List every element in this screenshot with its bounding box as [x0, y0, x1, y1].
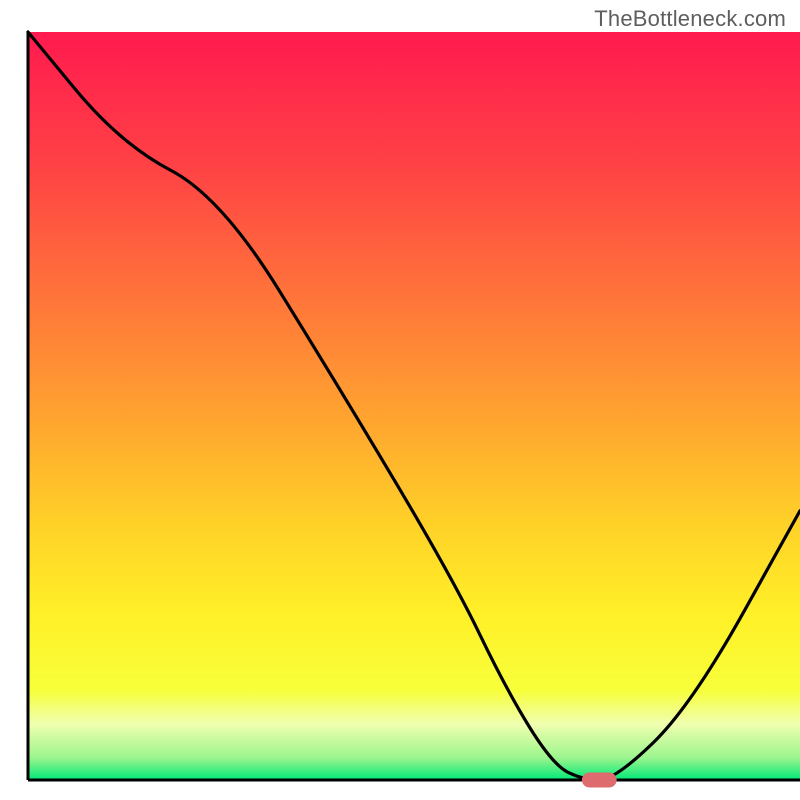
min-marker: [582, 773, 617, 788]
chart-svg: [0, 0, 800, 800]
watermark-text: TheBottleneck.com: [594, 6, 786, 32]
plot-background: [28, 32, 800, 780]
